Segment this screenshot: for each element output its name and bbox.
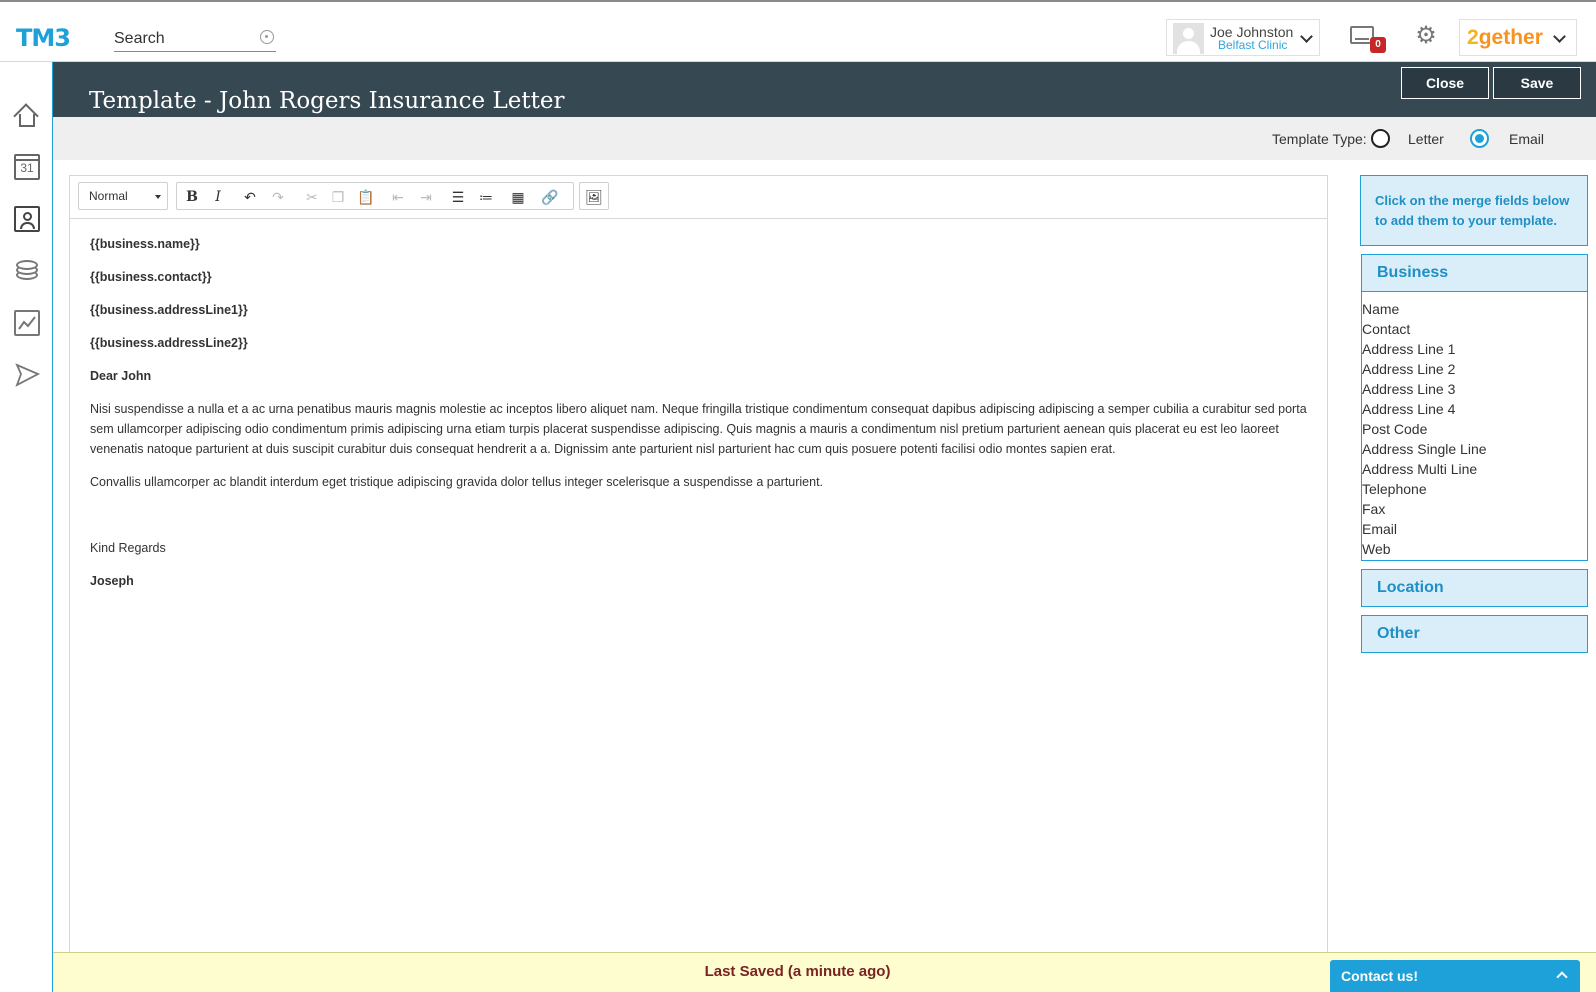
chart-icon[interactable] xyxy=(14,310,40,336)
merge-item-address-line-3[interactable]: Address Line 3 xyxy=(1362,379,1587,399)
top-bar: TM3 Joe Johnston Belfast Clinic 0 ⚙ 2get… xyxy=(0,0,1596,62)
merge-field-business-address-line1: {{business.addressLine1}} xyxy=(90,303,248,317)
merge-item-fax[interactable]: Fax xyxy=(1362,499,1587,519)
home-icon[interactable] xyxy=(13,102,40,129)
merge-item-address-multi-line[interactable]: Address Multi Line xyxy=(1362,459,1587,479)
letter-radio-label[interactable]: Letter xyxy=(1408,131,1444,147)
gear-icon[interactable]: ⚙ xyxy=(1414,24,1438,48)
editor-toolbar: Normal B I ↶ ↷ ✂ ❐ 📋 ⇤ ⇥ ☰ ≔ ▦ 🔗 🖼 xyxy=(70,176,1327,219)
merge-item-address-line-4[interactable]: Address Line 4 xyxy=(1362,399,1587,419)
bullet-list-icon[interactable]: ≔ xyxy=(475,186,497,208)
calendar-icon[interactable]: 31 xyxy=(14,154,40,180)
search-icon[interactable] xyxy=(260,30,274,44)
body-paragraph-1: Nisi suspendisse a nulla et a ac urna pe… xyxy=(90,402,1307,456)
chevron-down-icon xyxy=(1300,30,1313,43)
indent-icon[interactable]: ⇥ xyxy=(415,186,437,208)
merge-item-web[interactable]: Web xyxy=(1362,539,1587,559)
signature: Joseph xyxy=(90,574,134,588)
inbox-count-badge: 0 xyxy=(1370,37,1386,53)
image-toolbar-group: 🖼 xyxy=(579,182,609,210)
bold-icon[interactable]: B xyxy=(181,186,203,208)
section-other-header[interactable]: Other xyxy=(1361,615,1588,653)
section-business-header[interactable]: Business xyxy=(1361,254,1588,292)
merge-field-business-address-line2: {{business.addressLine2}} xyxy=(90,336,248,350)
closing: Kind Regards xyxy=(90,541,166,555)
paragraph-style-select[interactable]: Normal xyxy=(78,182,168,210)
merge-item-telephone[interactable]: Telephone xyxy=(1362,479,1587,499)
merge-item-contact[interactable]: Contact xyxy=(1362,319,1587,339)
merge-item-post-code[interactable]: Post Code xyxy=(1362,419,1587,439)
chevron-up-icon xyxy=(1556,971,1568,983)
merge-field-business-contact: {{business.contact}} xyxy=(90,270,212,284)
email-radio[interactable] xyxy=(1470,129,1489,148)
contact-us-label: Contact us! xyxy=(1341,968,1418,984)
search-box xyxy=(114,28,276,52)
tm3-logo[interactable]: TM3 xyxy=(16,24,71,52)
merge-item-address-single-line[interactable]: Address Single Line xyxy=(1362,439,1587,459)
contacts-icon[interactable] xyxy=(14,206,40,232)
cut-icon[interactable]: ✂ xyxy=(301,186,323,208)
merge-item-name[interactable]: Name xyxy=(1362,299,1587,319)
formatting-toolbar-group: B I ↶ ↷ ✂ ❐ 📋 ⇤ ⇥ ☰ ≔ ▦ 🔗 xyxy=(176,182,574,210)
body-paragraph-2: Convallis ullamcorper ac blandit interdu… xyxy=(90,475,824,489)
editor-content[interactable]: {{business.name}} {{business.contact}} {… xyxy=(90,234,1310,604)
redo-icon[interactable]: ↷ xyxy=(267,186,289,208)
page-header: Template - John Rogers Insurance Letter … xyxy=(53,62,1596,117)
send-icon[interactable] xyxy=(14,362,41,388)
brand-menu[interactable]: 2gether xyxy=(1459,19,1577,56)
salutation: Dear John xyxy=(90,369,152,383)
chevron-down-icon xyxy=(1553,30,1566,43)
undo-icon[interactable]: ↶ xyxy=(239,186,261,208)
letter-radio[interactable] xyxy=(1371,129,1390,148)
contact-us-widget[interactable]: Contact us! xyxy=(1330,960,1580,992)
email-radio-label[interactable]: Email xyxy=(1509,131,1544,147)
italic-icon[interactable]: I xyxy=(207,186,229,208)
business-fields-list: Name Contact Address Line 1 Address Line… xyxy=(1361,292,1588,561)
link-icon[interactable]: 🔗 xyxy=(539,186,561,208)
merge-item-address-line-2[interactable]: Address Line 2 xyxy=(1362,359,1587,379)
numbered-list-icon[interactable]: ☰ xyxy=(447,186,469,208)
copy-icon[interactable]: ❐ xyxy=(327,186,349,208)
stack-icon[interactable] xyxy=(14,258,40,284)
brand-logo: 2gether xyxy=(1467,26,1543,49)
paste-icon[interactable]: 📋 xyxy=(355,186,377,208)
close-button[interactable]: Close xyxy=(1401,67,1489,99)
user-menu[interactable]: Joe Johnston Belfast Clinic xyxy=(1166,19,1320,56)
section-location-header[interactable]: Location xyxy=(1361,569,1588,607)
template-type-label: Template Type: xyxy=(1272,131,1367,147)
merge-item-email[interactable]: Email xyxy=(1362,519,1587,539)
user-clinic: Belfast Clinic xyxy=(1218,38,1288,52)
search-input[interactable] xyxy=(114,28,250,50)
merge-field-business-name: {{business.name}} xyxy=(90,237,200,251)
rich-text-editor: Normal B I ↶ ↷ ✂ ❐ 📋 ⇤ ⇥ ☰ ≔ ▦ 🔗 🖼 {{bus… xyxy=(69,175,1328,960)
image-icon[interactable]: 🖼 xyxy=(583,186,605,208)
merge-item-address-line-1[interactable]: Address Line 1 xyxy=(1362,339,1587,359)
caret-down-icon xyxy=(155,195,161,199)
outdent-icon[interactable]: ⇤ xyxy=(387,186,409,208)
template-type-bar: Template Type: Letter Email xyxy=(53,117,1596,160)
page-title: Template - John Rogers Insurance Letter xyxy=(89,88,565,114)
merge-fields-hint: Click on the merge fields below to add t… xyxy=(1360,175,1588,246)
avatar xyxy=(1173,23,1204,54)
left-nav: 31 xyxy=(0,62,53,992)
table-icon[interactable]: ▦ xyxy=(507,186,529,208)
save-button[interactable]: Save xyxy=(1493,67,1581,99)
